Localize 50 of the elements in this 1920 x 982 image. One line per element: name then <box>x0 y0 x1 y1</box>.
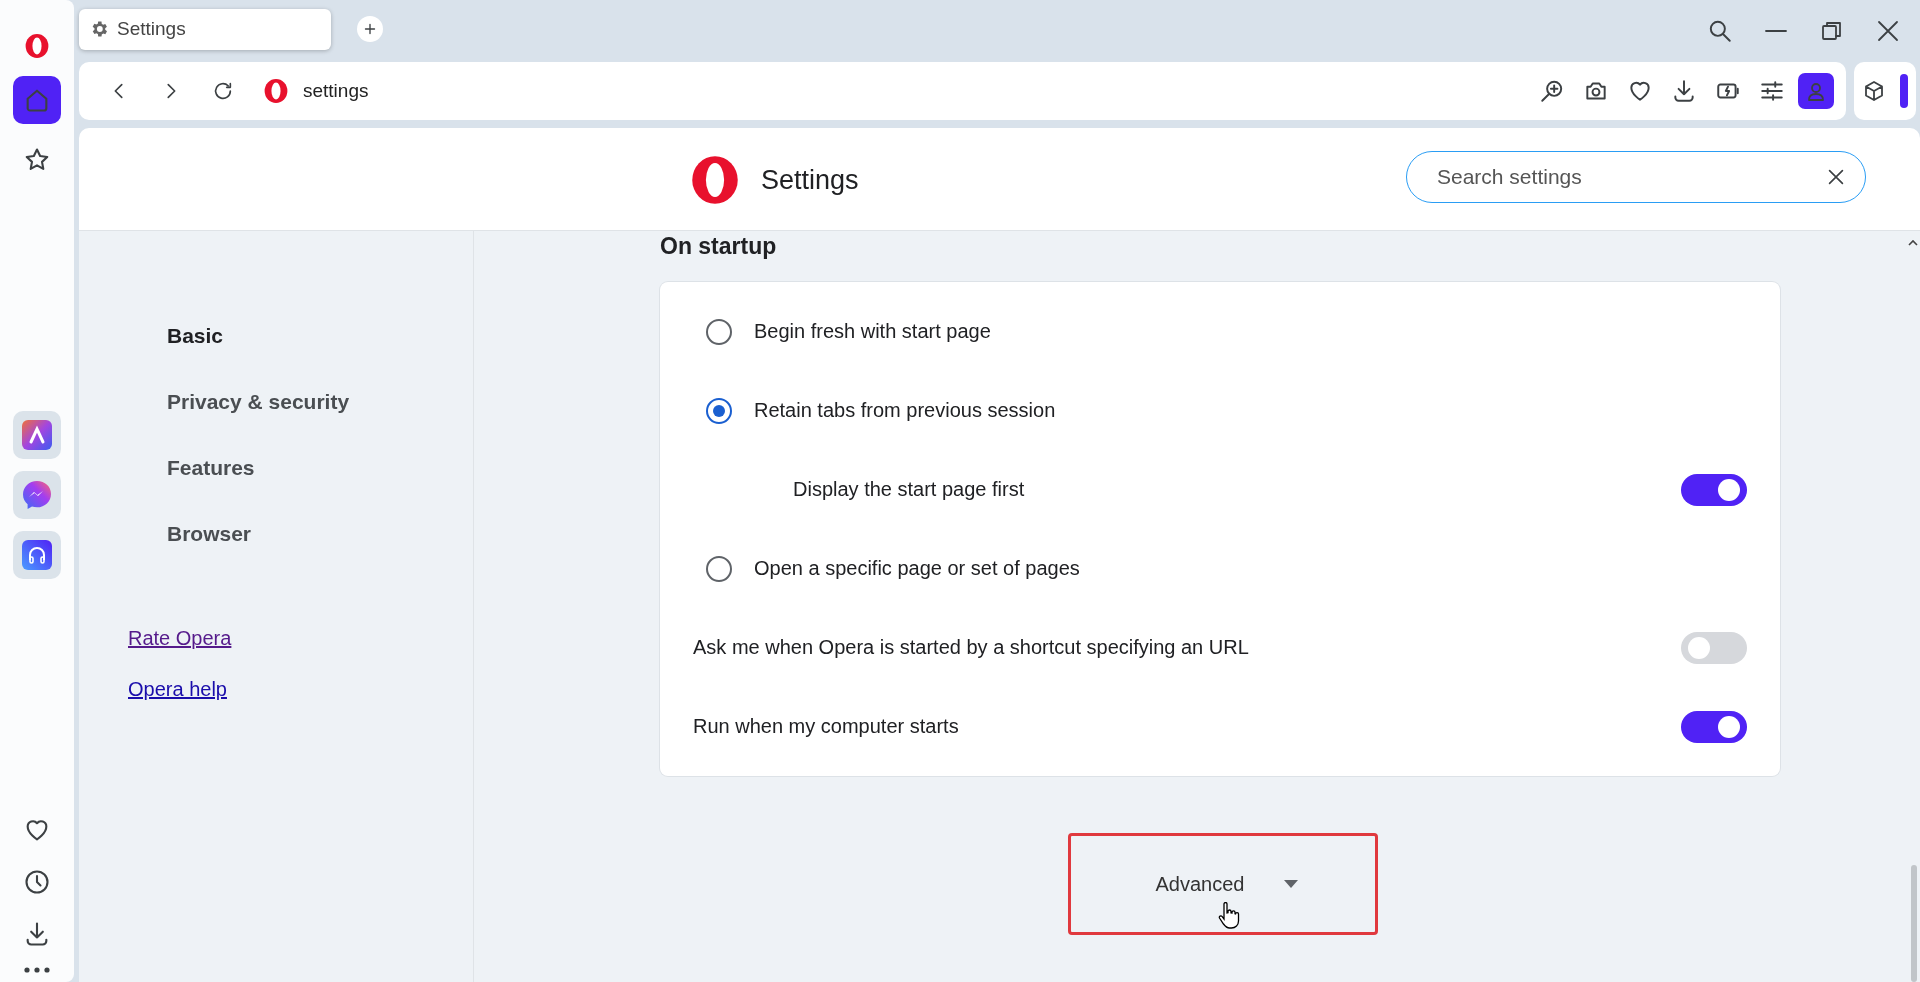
triangle-a-icon <box>22 420 52 450</box>
toggle-switch[interactable] <box>1681 631 1747 664</box>
minimize-icon <box>1765 30 1787 32</box>
new-tab-button[interactable] <box>357 16 383 42</box>
clock-icon <box>23 868 51 896</box>
option-label: Display the start page first <box>793 478 1026 501</box>
advanced-button[interactable]: Advanced <box>1068 833 1378 935</box>
help-link[interactable]: Rate Opera <box>128 627 232 650</box>
opera-logo-icon <box>263 78 289 104</box>
profile-button[interactable] <box>1798 73 1834 109</box>
option-label: Ask me when Opera is started by a shortcut specifying an URL <box>693 636 1250 659</box>
settings-title: Settings <box>761 164 859 196</box>
chat-bolt-icon <box>21 479 53 511</box>
nav-item[interactable]: Basic <box>167 303 224 369</box>
help-link[interactable]: Opera help <box>128 678 227 701</box>
opera-logo-icon <box>689 154 741 206</box>
search-input: Search settings <box>1435 164 1825 190</box>
cube-icon <box>1862 79 1886 103</box>
option-label: Run when my computer starts <box>693 715 960 738</box>
home-button[interactable] <box>13 76 61 124</box>
toggle-switch[interactable] <box>1681 710 1747 743</box>
radio-button[interactable] <box>706 555 732 582</box>
zoom-in-icon <box>1539 78 1565 104</box>
opera-logo-icon <box>24 33 50 59</box>
radio-button[interactable] <box>706 397 732 424</box>
restore-icon <box>1820 19 1844 43</box>
toggle-switch[interactable] <box>1681 473 1747 506</box>
aria-app-button[interactable] <box>13 411 61 459</box>
reload-icon <box>212 80 234 102</box>
url-text[interactable]: settings <box>303 80 369 102</box>
option-label: Begin fresh with start page <box>754 320 992 343</box>
nav-item[interactable]: Features <box>167 435 255 501</box>
scroll-up-icon[interactable] <box>1908 239 1918 246</box>
hand-cursor-icon <box>1218 902 1240 930</box>
section-heading: On startup <box>660 233 777 260</box>
music-app-button[interactable] <box>13 531 61 579</box>
close-icon <box>1876 19 1900 43</box>
more-icon <box>24 967 50 973</box>
sidebar-panel-handle[interactable] <box>1900 74 1908 108</box>
caret-icon <box>1284 880 1299 888</box>
option-label: Retain tabs from previous session <box>754 399 1057 422</box>
download-icon <box>1671 78 1697 104</box>
search-icon <box>1707 18 1733 44</box>
nav-item[interactable]: Browser <box>167 501 252 567</box>
radio-button[interactable] <box>706 318 732 345</box>
option-label: Open a specific page or set of pages <box>754 557 1081 580</box>
browser-tab[interactable]: Settings <box>79 8 331 50</box>
messenger-app-button[interactable] <box>13 471 61 519</box>
headphones-icon <box>22 540 52 570</box>
nav-item[interactable]: Privacy & security <box>167 369 350 435</box>
